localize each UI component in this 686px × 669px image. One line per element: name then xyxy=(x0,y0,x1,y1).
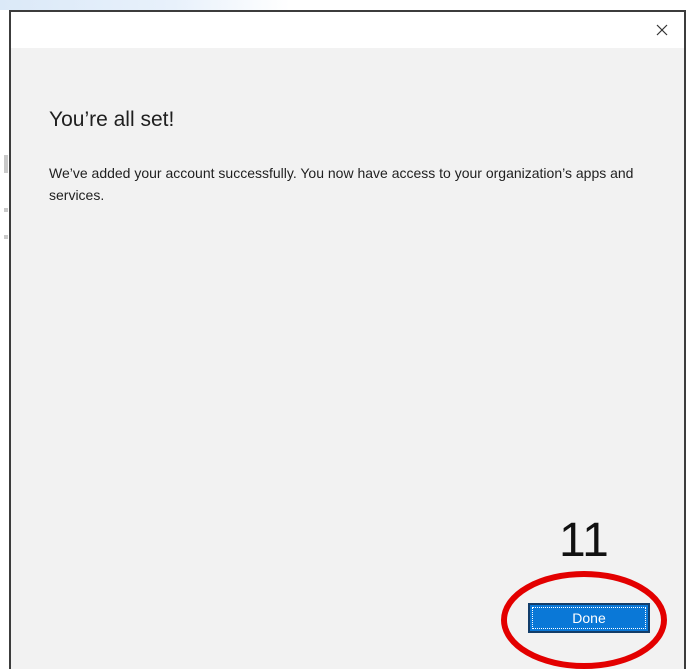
close-button[interactable] xyxy=(648,16,676,44)
screen: You’re all set! We’ve added your account… xyxy=(0,0,686,669)
background-window-mark xyxy=(4,155,8,173)
background-window-strip xyxy=(0,0,290,10)
background-window-edge xyxy=(0,10,9,669)
account-added-dialog: You’re all set! We’ve added your account… xyxy=(9,10,686,669)
annotation-step-number: 11 xyxy=(559,514,609,567)
dialog-heading: You’re all set! xyxy=(49,108,175,131)
background-window-mark xyxy=(4,235,8,239)
close-icon xyxy=(656,24,668,36)
dialog-titlebar xyxy=(11,12,684,48)
background-window-mark xyxy=(4,208,8,212)
done-button[interactable]: Done xyxy=(528,603,650,633)
success-message: We’ve added your account successfully. Y… xyxy=(49,165,634,203)
